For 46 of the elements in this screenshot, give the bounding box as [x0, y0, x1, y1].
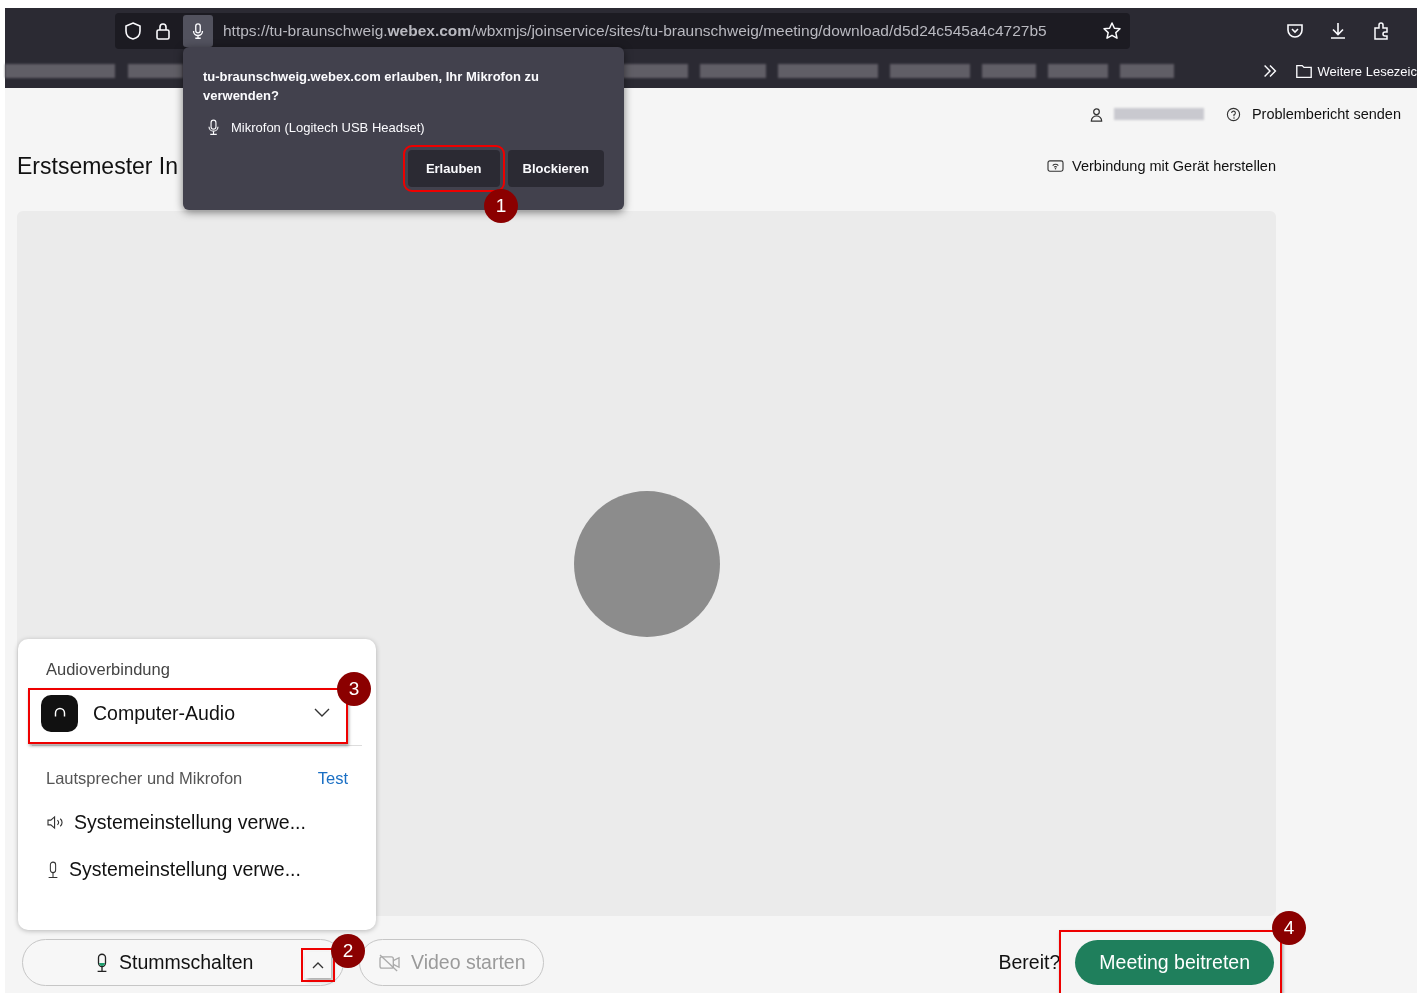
microphone-permission-button[interactable] — [183, 15, 213, 47]
blurred-bookmark[interactable] — [982, 64, 1036, 78]
permission-message: tu-braunschweig.webex.com erlauben, Ihr Mikrofon zu verwenden? — [203, 68, 540, 105]
device-icon — [1047, 158, 1065, 174]
blurred-bookmark[interactable] — [1048, 64, 1108, 78]
connect-device-link[interactable]: Verbindung mit Gerät herstellen — [1047, 158, 1276, 174]
video-off-icon — [378, 953, 401, 972]
speaker-icon — [46, 815, 65, 830]
ready-label: Bereit? — [998, 951, 1061, 974]
audio-connection-heading: Audioverbindung — [45, 660, 171, 679]
extensions-icon[interactable] — [1371, 21, 1391, 41]
blurred-bookmark[interactable] — [128, 64, 183, 78]
block-button[interactable]: Blockieren — [507, 150, 604, 187]
help-icon — [1225, 106, 1241, 122]
address-bar[interactable]: https://tu-braunschweig.webex.com/wbxmjs/joinservice/sites/tu-braunschweig/meeting/download/d5d24c545a4c4727b5 — [115, 13, 1130, 49]
test-link[interactable]: Test — [317, 769, 348, 788]
audio-connection-dropdown[interactable]: Computer-Audio — [32, 687, 334, 739]
pocket-icon[interactable] — [1285, 21, 1305, 41]
device-label: Mikrofon (Logitech USB Headset) — [231, 120, 425, 135]
microphone-icon — [207, 119, 220, 136]
download-icon[interactable] — [1328, 21, 1348, 41]
headset-icon — [41, 694, 78, 732]
blurred-bookmark[interactable] — [5, 64, 115, 78]
bookmarks-folder[interactable]: Weitere Lesezeic — [1294, 62, 1417, 80]
join-meeting-button[interactable]: Meeting beitreten — [1075, 940, 1274, 985]
star-icon[interactable] — [1102, 21, 1122, 41]
chevron-down-icon — [314, 708, 330, 718]
url-text[interactable]: https://tu-braunschweig.webex.com/wbxmjs/joinservice/sites/tu-braunschweig/meeting/download/d5d24c545a4c4727b5 — [223, 22, 1090, 40]
caret-up-icon — [312, 961, 324, 969]
device-option[interactable]: Systemeinstellung verwe... — [32, 788, 362, 835]
microphone-icon — [95, 952, 109, 973]
microphone-icon — [46, 860, 60, 879]
lock-icon[interactable] — [153, 21, 173, 41]
shield-icon[interactable] — [123, 21, 143, 41]
report-problem-link[interactable]: Problembericht senden — [1225, 106, 1401, 122]
devices-heading: Lautsprecher und Mikrofon — [46, 769, 243, 788]
blurred-bookmark[interactable] — [622, 64, 688, 78]
blurred-bookmark[interactable] — [890, 64, 970, 78]
person-icon — [1088, 106, 1104, 122]
device-option[interactable]: Systemeinstellung verwe... — [32, 835, 362, 882]
meeting-title: Erstsemester In — [17, 152, 179, 180]
blurred-bookmark[interactable] — [1120, 64, 1174, 78]
mute-button[interactable]: Stummschalten — [22, 939, 344, 986]
blurred-bookmark[interactable] — [778, 64, 878, 78]
blurred-bookmark[interactable] — [700, 64, 766, 78]
folder-icon — [1294, 62, 1313, 80]
